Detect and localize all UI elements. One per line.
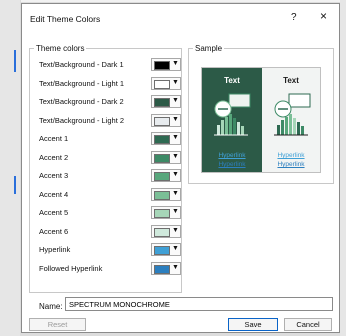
theme-color-row: Accent 4 ▼ bbox=[39, 187, 181, 202]
color-swatch bbox=[154, 264, 170, 274]
color-picker-button[interactable]: ▼ bbox=[151, 113, 181, 127]
theme-color-row: Accent 6 ▼ bbox=[39, 224, 181, 239]
theme-color-row: Hyperlink ▼ bbox=[39, 243, 181, 257]
close-button[interactable]: × bbox=[320, 10, 327, 22]
theme-color-row: Text/Background - Light 2 ▼ bbox=[39, 113, 181, 128]
color-swatch bbox=[154, 79, 170, 89]
theme-color-label: Text/Background - Light 1 bbox=[39, 78, 125, 88]
color-picker-button[interactable]: ▼ bbox=[151, 206, 181, 219]
sample-legend: Sample bbox=[195, 44, 223, 53]
background-page-left bbox=[0, 0, 20, 336]
sample-dark-hyperlink: Hyperlink bbox=[218, 152, 246, 159]
theme-color-row: Accent 1 ▼ bbox=[39, 132, 181, 146]
sample-dark-followed-hyperlink: Hyperlink bbox=[218, 161, 246, 168]
theme-color-row: Text/Background - Dark 1 ▼ bbox=[39, 58, 181, 72]
color-picker-button[interactable]: ▼ bbox=[151, 243, 181, 256]
dropdown-arrow-icon: ▼ bbox=[172, 208, 179, 215]
theme-color-row: Text/Background - Light 1 ▼ bbox=[39, 76, 181, 91]
color-picker-button[interactable]: ▼ bbox=[151, 187, 181, 201]
save-button[interactable]: Save bbox=[228, 318, 278, 331]
sample-preview: Text Hyperlink Hyperlink Text Hyperlink … bbox=[201, 67, 321, 173]
sample-light-panel: Text Hyperlink Hyperlink bbox=[262, 68, 320, 172]
dropdown-arrow-icon: ▼ bbox=[172, 152, 179, 160]
color-swatch bbox=[154, 98, 170, 107]
dropdown-arrow-icon: ▼ bbox=[172, 97, 179, 104]
theme-color-label: Accent 5 bbox=[39, 208, 69, 217]
color-swatch bbox=[154, 190, 170, 200]
reset-button[interactable]: Reset bbox=[29, 318, 86, 331]
color-swatch bbox=[154, 209, 170, 218]
help-button[interactable]: ? bbox=[291, 12, 297, 23]
theme-color-label: Text/Background - Dark 1 bbox=[39, 60, 124, 69]
color-swatch bbox=[154, 227, 170, 237]
dropdown-arrow-icon: ▼ bbox=[172, 171, 179, 178]
sample-dark-panel: Text Hyperlink Hyperlink bbox=[202, 68, 262, 172]
dropdown-arrow-icon: ▼ bbox=[172, 245, 179, 252]
dropdown-arrow-icon: ▼ bbox=[172, 263, 179, 271]
sample-light-hyperlink: Hyperlink bbox=[277, 152, 305, 159]
name-input[interactable] bbox=[65, 297, 333, 311]
theme-color-row: Accent 5 ▼ bbox=[39, 206, 181, 220]
dropdown-arrow-icon: ▼ bbox=[172, 189, 179, 197]
dropdown-arrow-icon: ▼ bbox=[172, 60, 179, 67]
edit-theme-colors-dialog: Edit Theme Colors ? × Theme colors Text/… bbox=[21, 3, 340, 333]
background-top-strip bbox=[21, 0, 340, 2]
dropdown-arrow-icon: ▼ bbox=[172, 78, 179, 86]
color-picker-button[interactable]: ▼ bbox=[151, 261, 181, 275]
theme-color-label: Accent 4 bbox=[39, 189, 69, 199]
theme-color-label: Text/Background - Light 2 bbox=[39, 115, 125, 125]
color-picker-button[interactable]: ▼ bbox=[151, 58, 181, 71]
theme-color-row: Text/Background - Dark 2 ▼ bbox=[39, 95, 181, 109]
theme-color-label: Accent 3 bbox=[39, 171, 69, 180]
cancel-button[interactable]: Cancel bbox=[284, 318, 332, 331]
background-accent-mark bbox=[14, 176, 16, 194]
color-picker-button[interactable]: ▼ bbox=[151, 224, 181, 238]
theme-colors-legend: Theme colors bbox=[36, 44, 85, 53]
sample-group: Sample Text Hyperlink Hyperlink Text Hyp… bbox=[188, 44, 334, 184]
sample-light-followed-hyperlink: Hyperlink bbox=[277, 161, 305, 168]
dialog-title: Edit Theme Colors bbox=[30, 14, 101, 24]
color-swatch bbox=[154, 135, 170, 144]
theme-color-row: Accent 3 ▼ bbox=[39, 169, 181, 183]
theme-color-label: Accent 1 bbox=[39, 134, 69, 143]
background-accent-mark bbox=[14, 50, 16, 72]
theme-color-row: Followed Hyperlink ▼ bbox=[39, 261, 181, 276]
color-swatch bbox=[154, 246, 170, 255]
theme-color-label: Text/Background - Dark 2 bbox=[39, 97, 124, 106]
color-picker-button[interactable]: ▼ bbox=[151, 95, 181, 108]
color-swatch bbox=[154, 61, 170, 70]
color-swatch bbox=[154, 172, 170, 181]
theme-color-label: Hyperlink bbox=[39, 245, 71, 254]
theme-color-label: Accent 2 bbox=[39, 152, 69, 162]
dropdown-arrow-icon: ▼ bbox=[172, 226, 179, 234]
color-swatch bbox=[154, 116, 170, 126]
name-label: Name: bbox=[39, 302, 63, 311]
theme-color-row: Accent 2 ▼ bbox=[39, 150, 181, 165]
color-picker-button[interactable]: ▼ bbox=[151, 150, 181, 164]
color-picker-button[interactable]: ▼ bbox=[151, 76, 181, 90]
color-picker-button[interactable]: ▼ bbox=[151, 169, 181, 182]
background-page-right bbox=[340, 0, 346, 336]
theme-color-label: Followed Hyperlink bbox=[39, 263, 103, 273]
color-picker-button[interactable]: ▼ bbox=[151, 132, 181, 145]
dropdown-arrow-icon: ▼ bbox=[172, 115, 179, 123]
color-swatch bbox=[154, 153, 170, 163]
theme-color-label: Accent 6 bbox=[39, 226, 69, 236]
dropdown-arrow-icon: ▼ bbox=[172, 134, 179, 141]
